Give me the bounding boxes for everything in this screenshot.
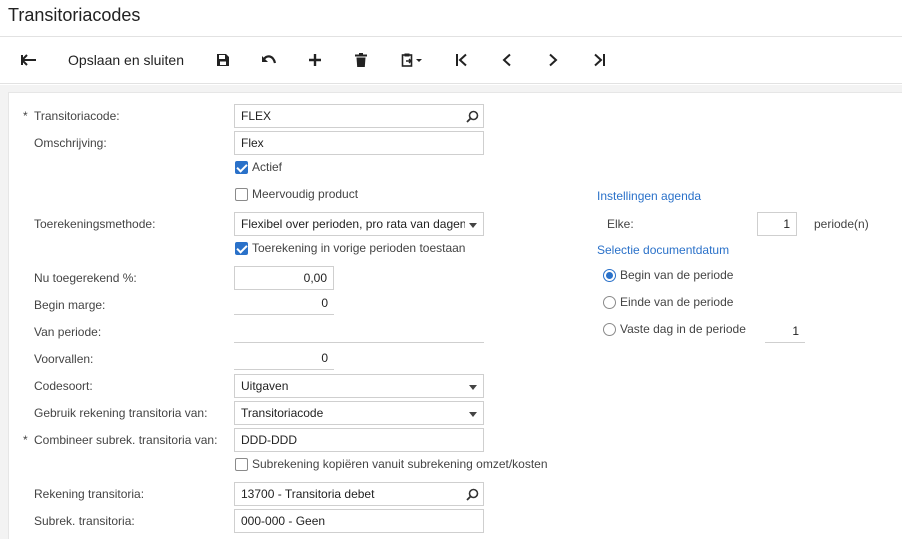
vaste-dag-field[interactable]: 1 bbox=[765, 319, 805, 343]
previous-record-icon bbox=[502, 53, 512, 67]
elke-field[interactable]: 1 bbox=[757, 212, 797, 236]
add-button[interactable] bbox=[300, 37, 330, 83]
actief-label: Actief bbox=[252, 160, 283, 174]
transitoriacode-label: Transitoriacode: bbox=[34, 109, 120, 123]
subrek-kopieren-checkbox[interactable] bbox=[235, 458, 248, 471]
clipboard-icon bbox=[401, 53, 423, 67]
radio-label: Begin van de periode bbox=[620, 268, 734, 282]
add-icon bbox=[308, 53, 322, 67]
toerekeningsmethode-label: Toerekeningsmethode: bbox=[34, 217, 156, 231]
begin-marge-field[interactable]: 0 bbox=[234, 291, 334, 315]
codesoort-label: Codesoort: bbox=[34, 379, 93, 393]
page-title: Transitoriacodes bbox=[8, 5, 141, 25]
search-icon[interactable] bbox=[466, 488, 479, 504]
nu-toegerekend-field[interactable]: 0,00 bbox=[234, 266, 334, 290]
form-area: * Transitoriacode: FLEX Omschrijving: Fl… bbox=[0, 85, 902, 539]
next-record-button[interactable] bbox=[538, 37, 568, 83]
transitoriacode-field[interactable]: FLEX bbox=[234, 104, 484, 128]
undo-icon bbox=[261, 54, 277, 66]
toerekeningsmethode-select[interactable]: Flexibel over perioden, pro rata van dag… bbox=[234, 212, 484, 236]
combineer-subrek-label: Combineer subrek. transitoria van: bbox=[34, 433, 218, 447]
voorvallen-label: Voorvallen: bbox=[34, 352, 94, 366]
codesoort-select[interactable]: Uitgaven bbox=[234, 374, 484, 398]
gebruik-rekening-select[interactable]: Transitoriacode bbox=[234, 401, 484, 425]
back-arrow-icon bbox=[21, 54, 37, 66]
meervoudig-label: Meervoudig product bbox=[252, 187, 359, 201]
last-record-button[interactable] bbox=[584, 37, 614, 83]
toerekening-vorige-label: Toerekening in vorige perioden toestaan bbox=[252, 241, 466, 255]
van-periode-label: Van periode: bbox=[34, 325, 102, 339]
omschrijving-field[interactable]: Flex bbox=[234, 131, 484, 155]
save-and-close-button[interactable]: Opslaan en sluiten bbox=[58, 37, 194, 83]
actief-checkbox[interactable] bbox=[235, 161, 248, 174]
combineer-subrek-field[interactable]: DDD-DDD bbox=[234, 428, 484, 452]
voorvallen-field[interactable]: 0 bbox=[234, 346, 334, 370]
rekening-transitoria-field[interactable]: 13700 - Transitoria debet bbox=[234, 482, 484, 506]
delete-button[interactable] bbox=[346, 37, 376, 83]
chevron-down-icon bbox=[469, 412, 477, 417]
required-mark: * bbox=[23, 109, 28, 123]
form-panel: * Transitoriacode: FLEX Omschrijving: Fl… bbox=[8, 92, 902, 539]
chevron-down-icon bbox=[469, 223, 477, 228]
clipboard-menu-button[interactable] bbox=[392, 37, 432, 83]
radio-begin-van-de-periode[interactable] bbox=[603, 269, 616, 282]
van-periode-field[interactable] bbox=[234, 319, 484, 343]
delete-icon bbox=[355, 53, 367, 67]
begin-marge-label: Begin marge: bbox=[34, 298, 106, 312]
next-record-icon bbox=[548, 53, 558, 67]
previous-record-button[interactable] bbox=[492, 37, 522, 83]
radio-einde-van-de-periode[interactable] bbox=[603, 296, 616, 309]
radio-label: Vaste dag in de periode bbox=[620, 322, 746, 336]
elke-unit: periode(n) bbox=[814, 217, 869, 231]
save-button[interactable] bbox=[208, 37, 238, 83]
subrek-transitoria-label: Subrek. transitoria: bbox=[34, 514, 135, 528]
gebruik-rekening-label: Gebruik rekening transitoria van: bbox=[34, 406, 208, 420]
omschrijving-label: Omschrijving: bbox=[34, 136, 107, 150]
elke-label: Elke: bbox=[607, 217, 634, 231]
selectie-documentdatum-header: Selectie documentdatum bbox=[597, 243, 730, 257]
toerekening-vorige-checkbox[interactable] bbox=[235, 242, 248, 255]
required-mark: * bbox=[23, 433, 28, 447]
radio-label: Einde van de periode bbox=[620, 295, 734, 309]
toolbar: Opslaan en sluiten bbox=[0, 36, 902, 84]
subrek-transitoria-field[interactable]: 000-000 - Geen bbox=[234, 509, 484, 533]
nu-toegerekend-label: Nu toegerekend %: bbox=[34, 271, 137, 285]
save-icon bbox=[216, 53, 230, 67]
instellingen-agenda-header: Instellingen agenda bbox=[597, 189, 702, 203]
rekening-transitoria-label: Rekening transitoria: bbox=[34, 487, 145, 501]
radio-vaste-dag-in-de-periode[interactable] bbox=[603, 323, 616, 336]
last-record-icon bbox=[592, 53, 606, 67]
back-button[interactable] bbox=[14, 37, 44, 83]
first-record-icon bbox=[455, 53, 469, 67]
undo-button[interactable] bbox=[254, 37, 284, 83]
chevron-down-icon bbox=[469, 385, 477, 390]
meervoudig-checkbox[interactable] bbox=[235, 188, 248, 201]
subrek-kopieren-label: Subrekening kopiëren vanuit subrekening … bbox=[252, 457, 548, 471]
search-icon[interactable] bbox=[466, 110, 479, 126]
first-record-button[interactable] bbox=[447, 37, 477, 83]
